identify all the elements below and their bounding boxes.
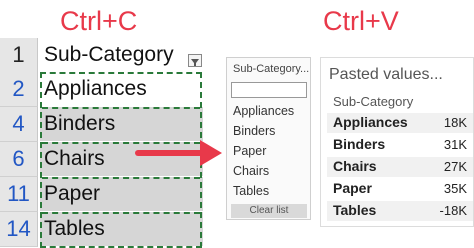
selection-separator [42, 142, 200, 144]
row-value: 31K [443, 137, 467, 152]
arrow-icon [135, 150, 205, 156]
row-value: 35K [443, 181, 467, 196]
table-cell[interactable]: Chairs [40, 142, 203, 176]
selection-separator [42, 177, 200, 179]
row-name: Appliances [333, 114, 408, 130]
paste-heading: Ctrl+V [323, 6, 399, 36]
selection-separator [42, 212, 200, 214]
filter-search-input[interactable] [231, 82, 307, 98]
filter-card: Sub-Category... Appliances Binders Paper… [226, 57, 311, 220]
table-cell[interactable]: Tables [40, 212, 203, 246]
filter-item[interactable]: Tables [233, 184, 269, 198]
copy-heading: Ctrl+C [60, 6, 138, 36]
spreadsheet: 1 Sub-Category 2 Appliances 4 Binders 6 … [0, 38, 210, 248]
row-header[interactable]: 6 [0, 142, 38, 177]
selection-separator [42, 107, 200, 109]
row-header[interactable]: 14 [0, 212, 38, 247]
table-row[interactable]: Chairs 27K [327, 157, 473, 177]
row-value: -18K [439, 203, 467, 218]
row-name: Tables [333, 202, 377, 218]
table-row[interactable]: Tables -18K [327, 201, 473, 221]
row-name: Binders [333, 136, 386, 152]
table-cell[interactable]: Appliances [40, 72, 203, 106]
filter-item[interactable]: Chairs [233, 164, 269, 178]
pasted-values-panel: Pasted values... Sub-Category Appliances… [320, 57, 474, 227]
table-row[interactable]: Appliances 18K [327, 113, 473, 133]
row-value: 27K [443, 159, 467, 174]
filter-item[interactable]: Binders [233, 124, 275, 138]
pasted-values-subtitle: Sub-Category [333, 94, 414, 109]
table-cell[interactable]: Binders [40, 107, 203, 141]
filter-card-title: Sub-Category... [233, 63, 310, 75]
row-header[interactable]: 1 [0, 38, 38, 73]
row-value: 18K [443, 115, 467, 130]
filter-item[interactable]: Appliances [233, 104, 294, 118]
filter-item[interactable]: Paper [233, 144, 266, 158]
filter-dropdown-icon[interactable] [188, 54, 202, 67]
arrow-head-icon [200, 140, 222, 166]
table-row[interactable]: Binders 31K [327, 135, 473, 155]
table-row[interactable]: Paper 35K [327, 179, 473, 199]
table-cell[interactable]: Paper [40, 177, 203, 211]
pasted-values-title: Pasted values... [329, 66, 443, 83]
header-cell[interactable]: Sub-Category [40, 38, 203, 72]
row-name: Paper [333, 180, 372, 196]
row-header[interactable]: 11 [0, 177, 38, 212]
clear-list-button[interactable]: Clear list [231, 204, 307, 218]
row-name: Chairs [333, 158, 377, 174]
row-header[interactable]: 4 [0, 107, 38, 142]
row-header[interactable]: 2 [0, 72, 38, 107]
